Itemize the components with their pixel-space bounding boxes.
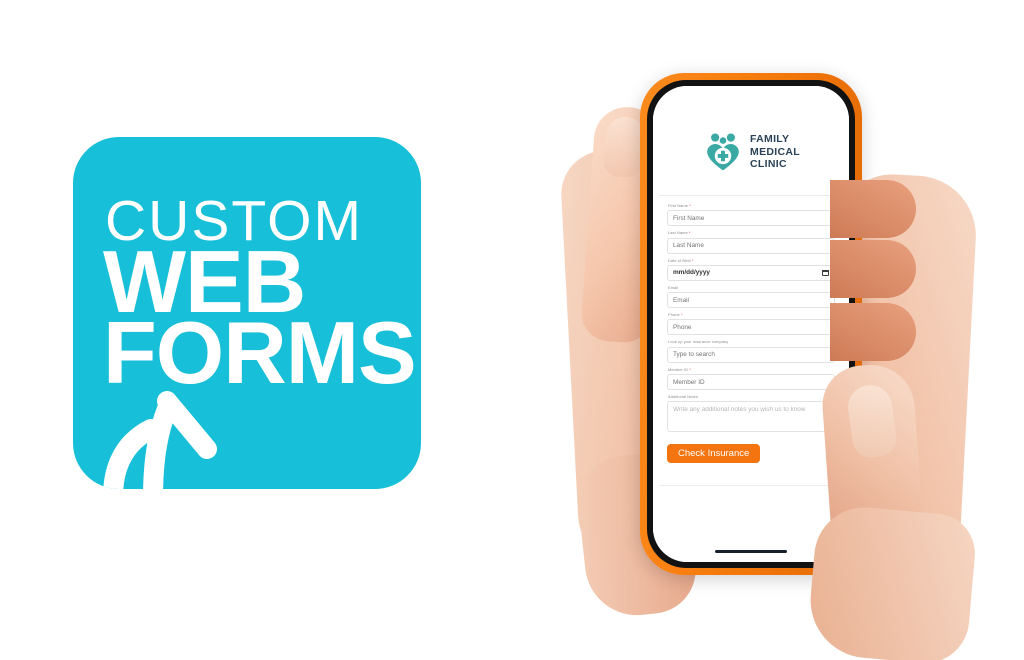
additional-notes-placeholder: Write any additional notes you wish us t… <box>673 406 806 414</box>
field-additional-notes: Additional Notes Write any additional no… <box>667 394 835 433</box>
intake-form: First Name * Last Name * Date of Birth *… <box>659 195 843 476</box>
clinic-name-line-1: FAMILY <box>750 133 790 146</box>
clinic-name-line-2: MEDICAL <box>750 145 800 158</box>
required-marker: * <box>692 257 694 263</box>
additional-notes-textarea[interactable]: Write any additional notes you wish us t… <box>667 401 835 433</box>
last-name-input[interactable] <box>667 237 835 254</box>
field-date-of-birth: Date of Birth * mm/dd/yyyy <box>667 257 835 281</box>
required-marker: * <box>689 366 691 372</box>
first-name-input[interactable] <box>667 210 835 227</box>
required-marker: * <box>680 312 683 318</box>
home-indicator <box>715 550 787 553</box>
promo-card: CUSTOM WEB FORMS <box>73 137 421 489</box>
label-email: Email <box>668 284 679 290</box>
email-input[interactable] <box>667 292 835 309</box>
check-insurance-button[interactable]: Check Insurance <box>667 444 761 464</box>
calendar-top <box>822 270 829 273</box>
label-first-name: First Name * <box>668 203 691 208</box>
date-of-birth-input[interactable]: mm/dd/yyyy <box>667 264 835 281</box>
screenshot-canvas: CUSTOM WEB FORMS FAMILY MEDICAL CLINIC F… <box>0 0 1024 660</box>
phone-screen: FAMILY MEDICAL CLINIC First Name * First… <box>653 86 849 562</box>
field-insurance-lookup: Look up your insurance company <box>667 339 835 363</box>
label-phone: Phone * <box>668 312 683 318</box>
calendar-icon[interactable] <box>822 269 829 277</box>
clinic-logo-text: FAMILY MEDICAL CLINIC <box>750 133 800 170</box>
label-member-id: Member ID * <box>668 366 691 372</box>
right-lower-hand <box>805 503 979 660</box>
promo-headline-line-3: FORMS <box>103 303 417 402</box>
clinic-logo: FAMILY MEDICAL CLINIC <box>653 86 849 195</box>
field-last-name: Last Name * <box>667 230 835 254</box>
required-marker: * <box>689 203 691 208</box>
insurance-search-input[interactable] <box>667 346 835 363</box>
label-insurance-lookup: Look up your insurance company <box>668 339 729 345</box>
field-member-id: Member ID * <box>667 366 835 391</box>
label-additional-notes: Additional Notes <box>668 394 698 400</box>
label-last-name: Last Name * <box>668 230 691 236</box>
field-first-name: First Name * <box>667 203 835 227</box>
form-divider <box>659 485 843 487</box>
required-marker: * <box>688 230 691 236</box>
promo-card-content: CUSTOM WEB FORMS <box>73 137 421 489</box>
field-phone: Phone * <box>667 312 835 336</box>
date-of-birth-value: mm/dd/yyyy <box>673 269 710 277</box>
right-finger-1 <box>830 180 916 238</box>
heart-family-cross-icon <box>707 133 739 171</box>
phone-in-hands: FAMILY MEDICAL CLINIC First Name * First… <box>559 55 1000 660</box>
clinic-intake-form-app: FAMILY MEDICAL CLINIC First Name * First… <box>653 86 849 562</box>
right-finger-2 <box>830 240 916 298</box>
label-date-of-birth: Date of Birth * <box>668 257 694 263</box>
member-id-input[interactable] <box>667 374 835 391</box>
phone-input[interactable] <box>667 319 835 336</box>
arrow-up-curved-icon <box>103 391 217 489</box>
right-finger-3 <box>830 303 916 361</box>
field-email: Email <box>667 284 835 309</box>
clinic-name-line-3: CLINIC <box>750 158 787 171</box>
